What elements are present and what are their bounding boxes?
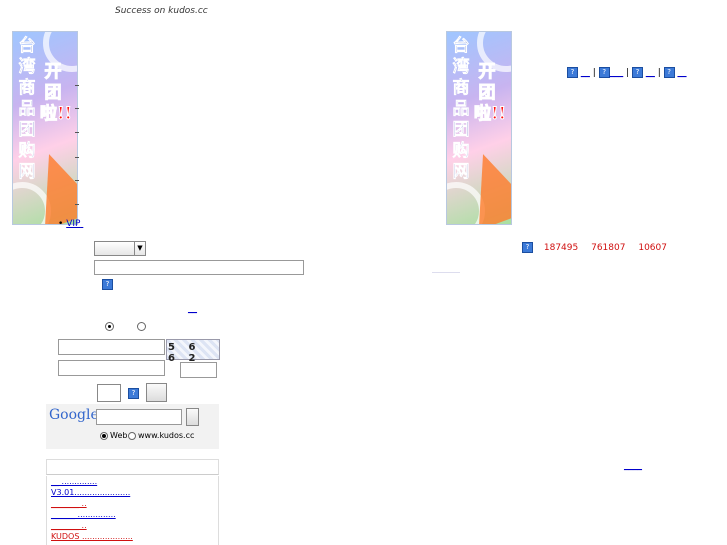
bottom-right-links[interactable]: ____ xyxy=(624,461,642,471)
stat-value: 187495 xyxy=(543,243,579,253)
top-link-4[interactable]: __ xyxy=(678,68,687,78)
register-button[interactable] xyxy=(146,383,167,402)
password-input[interactable] xyxy=(58,360,165,376)
news-item[interactable]: ______ ............... xyxy=(51,509,218,520)
vip-link[interactable]: VIP xyxy=(66,219,80,229)
separator: | xyxy=(657,68,661,78)
banner-title: 台湾商品团购网 xyxy=(18,36,36,183)
help-icon[interactable]: ? xyxy=(567,67,578,78)
news-panel: __ .............. V3.01..................… xyxy=(46,476,219,545)
google-search-box: Google Web www.kudos.cc xyxy=(46,404,219,449)
radio-site-label: www.kudos.cc xyxy=(138,431,195,440)
news-list: __ .............. V3.01..................… xyxy=(47,476,218,542)
news-item[interactable]: _______ .. xyxy=(51,520,218,531)
group-buy-banner-right[interactable]: 台湾商品团购网 开团啦!! xyxy=(446,31,512,225)
news-item[interactable]: KUDOS .................... xyxy=(51,531,218,542)
banner-slogan: 开团啦!! xyxy=(474,62,507,125)
help-icon[interactable]: ? xyxy=(128,388,139,400)
radio-dot xyxy=(102,434,106,438)
radio-dot xyxy=(108,325,111,328)
vip-link-underline[interactable] xyxy=(80,219,83,229)
captcha-image: 5 6 6 2 xyxy=(166,339,220,364)
help-icon[interactable]: ? xyxy=(598,67,610,78)
banner-title: 台湾商品团购网 xyxy=(452,36,470,183)
divider xyxy=(75,180,79,181)
vip-item[interactable]: • VIP xyxy=(58,219,83,229)
stat-value: 10607 xyxy=(638,243,667,253)
radio-site[interactable] xyxy=(128,432,136,440)
help-icon[interactable]: ? xyxy=(663,67,675,78)
top-link-2[interactable]: ___ xyxy=(610,68,624,78)
stat-value: 761807 xyxy=(591,243,626,253)
top-link-1[interactable]: __ xyxy=(581,68,590,78)
divider xyxy=(432,272,460,273)
login-button[interactable] xyxy=(97,384,121,402)
divider xyxy=(75,85,79,86)
separator: | xyxy=(626,68,630,78)
separator: | xyxy=(592,68,596,78)
stats-icon: ? xyxy=(522,242,533,253)
username-input[interactable] xyxy=(58,339,165,355)
banner-slogan: 开团啦!! xyxy=(40,62,73,125)
radio-option-2[interactable] xyxy=(137,322,146,331)
help-icon[interactable]: ? xyxy=(631,67,643,78)
small-link[interactable]: __ xyxy=(188,304,197,314)
news-item[interactable]: V3.01...................... xyxy=(51,487,218,498)
google-logo: Google xyxy=(49,407,99,423)
top-links: ? __ | ? ___ | ? __ | ? __ xyxy=(567,67,687,78)
captcha-text: 5 6 6 2 xyxy=(168,342,201,364)
news-panel-header xyxy=(46,459,219,475)
radio-option-1[interactable] xyxy=(105,322,114,331)
divider xyxy=(75,157,79,158)
bullet-icon: • xyxy=(58,219,64,229)
google-search-button[interactable] xyxy=(186,408,199,426)
group-buy-banner-left[interactable]: 台湾商品团购网 开团啦!! xyxy=(12,31,78,225)
help-icon[interactable]: ? xyxy=(102,279,113,291)
top-link-3[interactable]: __ xyxy=(646,68,655,78)
category-select[interactable]: ▼ xyxy=(94,241,146,256)
divider xyxy=(75,132,79,133)
radio-web[interactable] xyxy=(100,432,108,440)
site-stats: ? 187495 761807 10607 xyxy=(522,242,667,253)
radio-web-label: Web xyxy=(110,431,128,440)
captcha-input[interactable] xyxy=(180,362,217,378)
divider xyxy=(75,204,79,205)
search-keyword-input[interactable] xyxy=(94,260,304,275)
divider xyxy=(75,108,79,109)
news-item[interactable]: _______ .. xyxy=(51,498,218,509)
google-search-input[interactable] xyxy=(96,409,182,425)
news-item[interactable]: __ .............. xyxy=(51,476,218,487)
success-text: Success on kudos.cc xyxy=(115,6,208,16)
chevron-down-icon: ▼ xyxy=(134,242,145,255)
